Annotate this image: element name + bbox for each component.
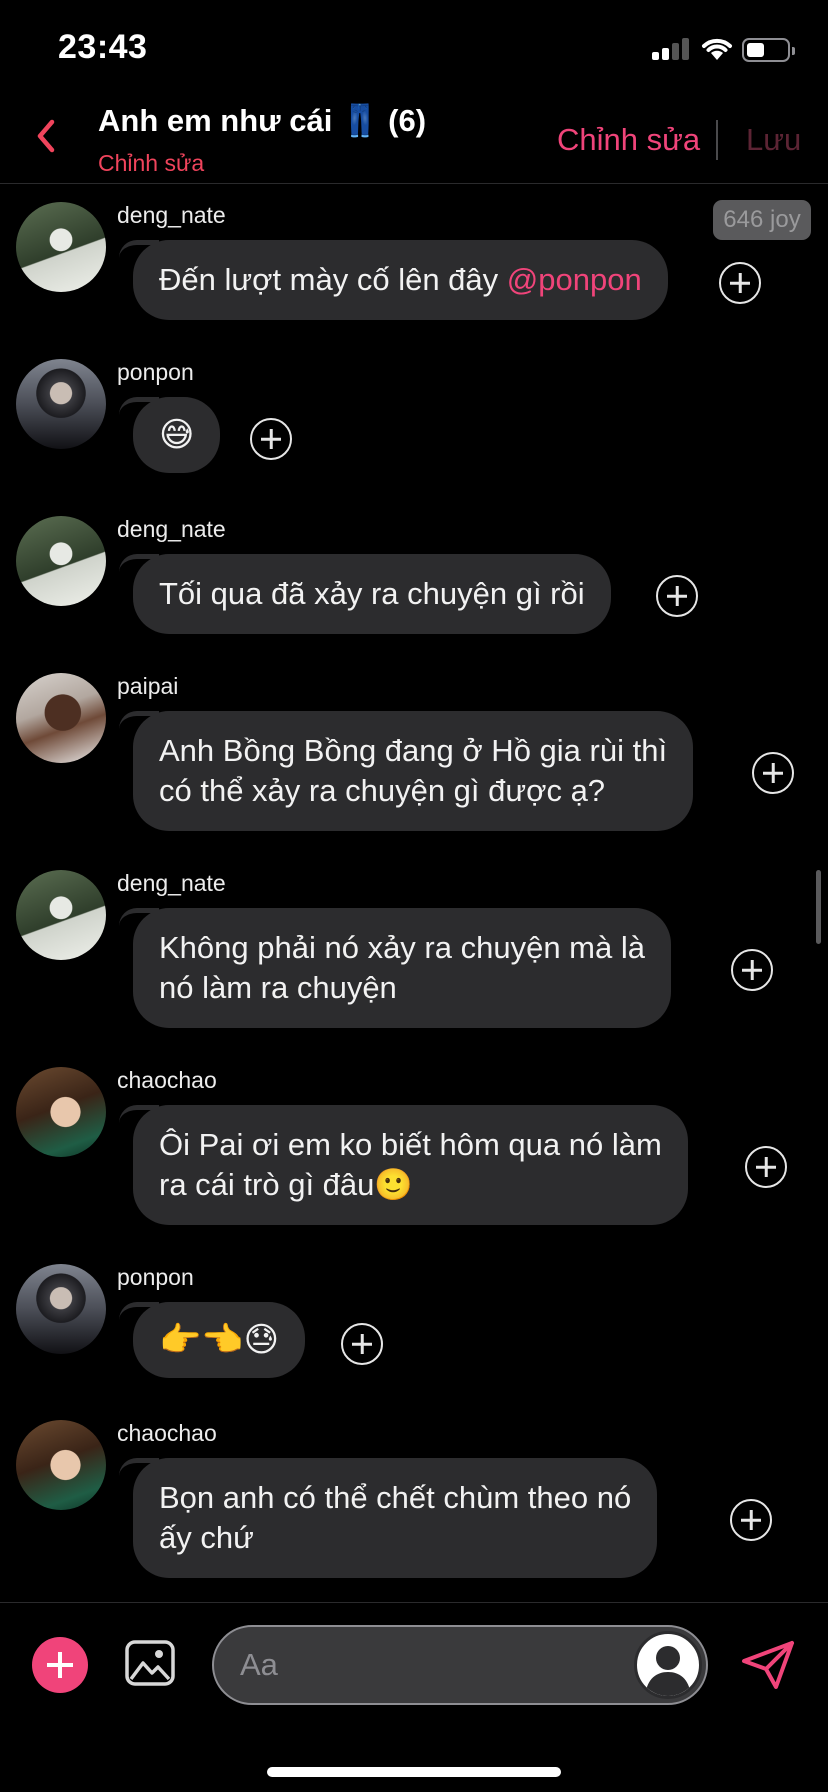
send-icon[interactable]	[740, 1639, 796, 1691]
add-reaction-icon[interactable]	[341, 1323, 383, 1365]
message-text: Đến lượt mày cố lên đây	[159, 262, 507, 297]
avatar[interactable]	[16, 1264, 106, 1354]
message-text-line: Bọn anh có thể chết chùm theo nó	[159, 1480, 632, 1515]
message-username: deng_nate	[117, 202, 226, 228]
add-reaction-icon[interactable]	[250, 418, 292, 460]
message-item: chaochao Ôi Pai ơi em ko biết hôm qua nó…	[0, 1067, 828, 1229]
avatar[interactable]	[16, 1420, 106, 1510]
add-reaction-icon[interactable]	[730, 1499, 772, 1541]
message-text-line: Không phải nó xảy ra chuyện mà là	[159, 930, 645, 965]
header-divider	[716, 120, 718, 160]
message-username: deng_nate	[117, 870, 226, 896]
avatar[interactable]	[16, 516, 106, 606]
add-reaction-icon[interactable]	[745, 1146, 787, 1188]
message-bubble[interactable]: 👉👈😓	[118, 1302, 306, 1378]
message-bubble[interactable]: Anh Bồng Bồng đang ở Hồ gia rùi thì có t…	[118, 711, 694, 831]
add-reaction-icon[interactable]	[656, 575, 698, 617]
chat-title[interactable]: Anh em như cái 👖 (6)	[98, 102, 426, 139]
add-reaction-icon[interactable]	[731, 949, 773, 991]
save-button[interactable]: Lưu	[746, 122, 801, 158]
persona-avatar-icon[interactable]	[634, 1631, 702, 1699]
message-bubble[interactable]: Tối qua đã xảy ra chuyện gì rồi	[119, 554, 611, 634]
avatar[interactable]	[16, 359, 106, 449]
message-username: ponpon	[117, 1264, 194, 1290]
mention-link[interactable]: @ponpon	[507, 262, 642, 297]
cellular-signal-icon	[652, 38, 692, 60]
back-chevron-icon[interactable]	[28, 114, 64, 158]
message-item: paipai Anh Bồng Bồng đang ở Hồ gia rùi t…	[0, 673, 828, 835]
message-bubble[interactable]: Bọn anh có thể chết chùm theo nó ấy chứ	[118, 1458, 658, 1578]
chat-header: Anh em như cái 👖 (6) Chỉnh sửa Chỉnh sửa…	[0, 96, 828, 184]
scrollbar[interactable]	[816, 870, 821, 944]
message-username: chaochao	[117, 1420, 217, 1446]
status-bar: 23:43	[0, 0, 828, 96]
message-bubble[interactable]: 😅	[118, 397, 221, 473]
message-text-line: Ôi Pai ơi em ko biết hôm qua nó làm	[159, 1127, 662, 1162]
message-bubble[interactable]: Đến lượt mày cố lên đây @ponpon	[119, 240, 668, 320]
avatar[interactable]	[16, 1067, 106, 1157]
message-item: ponpon 😅	[0, 359, 828, 481]
add-reaction-icon[interactable]	[752, 752, 794, 794]
message-emoji: 😅	[159, 416, 195, 454]
message-item: chaochao Bọn anh có thể chết chùm theo n…	[0, 1420, 828, 1582]
message-item: deng_nate Đến lượt mày cố lên đây @ponpo…	[0, 202, 828, 324]
status-time: 23:43	[58, 28, 148, 66]
home-indicator	[267, 1767, 561, 1777]
message-username: paipai	[117, 673, 179, 699]
message-emoji: 👉👈😓	[159, 1321, 280, 1359]
battery-icon	[742, 38, 795, 62]
message-item: deng_nate Tối qua đã xảy ra chuyện gì rồ…	[0, 516, 828, 638]
plus-icon[interactable]	[32, 1637, 88, 1693]
message-text-line: Anh Bồng Bồng đang ở Hồ gia rùi thì	[159, 733, 668, 768]
edit-button[interactable]: Chỉnh sửa	[557, 122, 700, 158]
message-bubble[interactable]: Ôi Pai ơi em ko biết hôm qua nó làm ra c…	[119, 1105, 688, 1225]
message-bubble[interactable]: Không phải nó xảy ra chuyện mà là nó làm…	[119, 908, 671, 1028]
message-item: ponpon 👉👈😓	[0, 1264, 828, 1386]
avatar[interactable]	[16, 202, 106, 292]
message-input[interactable]	[240, 1645, 620, 1685]
message-text: Tối qua đã xảy ra chuyện gì rồi	[159, 576, 585, 611]
message-text-line: có thể xảy ra chuyện gì được ạ?	[159, 773, 606, 808]
message-username: deng_nate	[117, 516, 226, 542]
message-username: chaochao	[117, 1067, 217, 1093]
add-reaction-icon[interactable]	[719, 262, 761, 304]
wifi-icon	[702, 38, 732, 60]
avatar[interactable]	[16, 673, 106, 763]
message-username: ponpon	[117, 359, 194, 385]
message-text-line: ra cái trò gì đâu🙂	[159, 1167, 413, 1202]
message-composer	[0, 1602, 828, 1792]
image-icon[interactable]	[124, 1639, 176, 1687]
message-input-wrapper	[212, 1625, 708, 1705]
message-text-line: nó làm ra chuyện	[159, 970, 397, 1005]
chat-subtitle[interactable]: Chỉnh sửa	[98, 150, 204, 177]
message-text-line: ấy chứ	[159, 1520, 254, 1555]
message-item: deng_nate Không phải nó xảy ra chuyện mà…	[0, 870, 828, 1032]
avatar[interactable]	[16, 870, 106, 960]
